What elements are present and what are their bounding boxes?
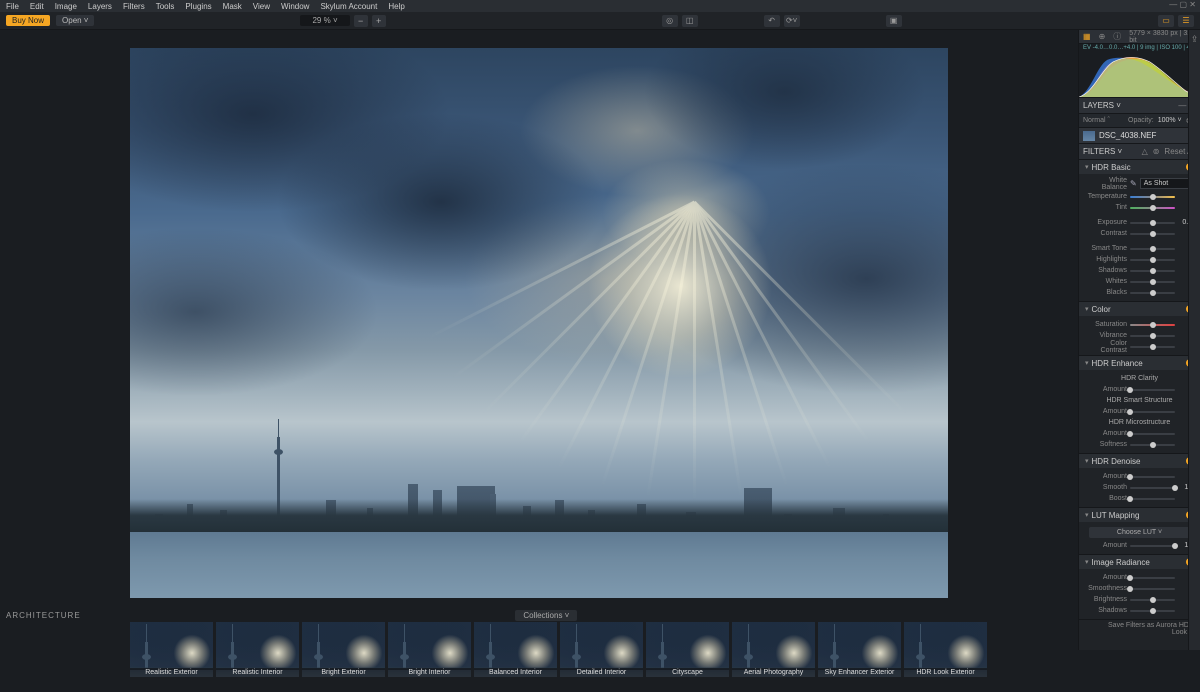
preset-strip: ARCHITECTURE Collections ˅ Realistic Ext… bbox=[0, 608, 1078, 677]
lut-header[interactable]: LUT Mapping bbox=[1079, 508, 1200, 522]
slider-boost[interactable]: Boost0 bbox=[1083, 493, 1196, 504]
layers-header[interactable]: LAYERS ˅ —+ bbox=[1079, 98, 1200, 114]
toolbar: Buy Now Open ˅ 29 % ˅ − + ◎ ◫ ↶ ⟳˅ ▣ ▭ ☰ bbox=[0, 12, 1200, 30]
image-dimensions: 5779 × 3830 px | 32-bit bbox=[1129, 30, 1196, 44]
export-icon[interactable]: ⇪ bbox=[1191, 34, 1199, 45]
menu-mask[interactable]: Mask bbox=[223, 2, 242, 11]
preview-icon[interactable]: ◎ bbox=[662, 15, 678, 27]
history-icon[interactable]: ⟳˅ bbox=[784, 15, 800, 27]
radiance-header[interactable]: Image Radiance bbox=[1079, 555, 1200, 569]
main-preview[interactable] bbox=[130, 48, 948, 598]
slider-exposure[interactable]: Exposure0.00 bbox=[1083, 217, 1196, 228]
zoom-out-button[interactable]: − bbox=[354, 15, 368, 27]
slider-softness[interactable]: Softness50 bbox=[1083, 439, 1196, 450]
presets-toggle-icon[interactable]: ▭ bbox=[1158, 15, 1174, 27]
slider-whites[interactable]: Whites0 bbox=[1083, 276, 1196, 287]
slider-amount[interactable]: Amount100 bbox=[1083, 540, 1196, 551]
color-header[interactable]: Color bbox=[1079, 302, 1200, 316]
menu-help[interactable]: Help bbox=[388, 2, 404, 11]
hdr-basic-header[interactable]: HDR Basic bbox=[1079, 160, 1200, 174]
slider-smart-tone[interactable]: Smart Tone0 bbox=[1083, 243, 1196, 254]
right-dock: ⇪ bbox=[1188, 30, 1200, 650]
layer-thumb bbox=[1083, 131, 1095, 141]
menubar: File Edit Image Layers Filters Tools Plugins Ma… bbox=[0, 0, 1200, 12]
slider-amount[interactable]: Amount0 bbox=[1083, 572, 1196, 583]
menu-edit[interactable]: Edit bbox=[30, 2, 44, 11]
menu-tools[interactable]: Tools bbox=[156, 2, 175, 11]
denoise-header[interactable]: HDR Denoise bbox=[1079, 454, 1200, 468]
slider-amount[interactable]: Amount0 bbox=[1083, 428, 1196, 439]
preset-sky-enhancer-exterior[interactable]: Sky Enhancer Exterior bbox=[818, 622, 901, 677]
slider-shadows[interactable]: Shadows0 bbox=[1083, 265, 1196, 276]
side-panel: ▦ ⊕ ⓘ 5779 × 3830 px | 32-bit EV -4.0…0.… bbox=[1078, 30, 1200, 650]
slider-color-contrast[interactable]: Color Contrast0 bbox=[1083, 341, 1196, 352]
preset-bright-exterior[interactable]: Bright Exterior bbox=[302, 622, 385, 677]
slider-smoothness[interactable]: Smoothness0 bbox=[1083, 583, 1196, 594]
filters-header[interactable]: FILTERS ˅ △ ⊚ Reset All bbox=[1079, 144, 1200, 160]
panel-toggle-icon[interactable]: ☰ bbox=[1178, 15, 1194, 27]
preset-detailed-interior[interactable]: Detailed Interior bbox=[560, 622, 643, 677]
collections-dropdown[interactable]: Collections ˅ bbox=[515, 610, 577, 621]
menu-plugins[interactable]: Plugins bbox=[185, 2, 211, 11]
menu-file[interactable]: File bbox=[6, 2, 19, 11]
preset-category: ARCHITECTURE bbox=[6, 611, 81, 620]
choose-lut-button[interactable]: Choose LUT ˅ bbox=[1089, 527, 1190, 538]
slider-contrast[interactable]: Contrast0 bbox=[1083, 228, 1196, 239]
menu-view[interactable]: View bbox=[253, 2, 270, 11]
preset-bright-interior[interactable]: Bright Interior bbox=[388, 622, 471, 677]
slider-shadows[interactable]: Shadows0 bbox=[1083, 605, 1196, 616]
opacity-value[interactable]: 100% ˅ bbox=[1158, 117, 1182, 124]
collapse-icon[interactable]: — bbox=[1178, 101, 1186, 110]
nav-icon[interactable]: ⊕ bbox=[1099, 32, 1106, 41]
filter-icon-2[interactable]: ⊚ bbox=[1153, 147, 1160, 156]
slider-tint[interactable]: Tint0 bbox=[1083, 202, 1196, 213]
filter-icon-1[interactable]: △ bbox=[1142, 147, 1148, 156]
enhance-header[interactable]: HDR Enhance bbox=[1079, 356, 1200, 370]
ev-info: EV -4.0…0.0…+4.0 | 9 img | ISO 100 | 42m… bbox=[1079, 44, 1200, 52]
save-look-link[interactable]: Save Filters as Aurora HDR Look… bbox=[1079, 620, 1200, 638]
buy-button[interactable]: Buy Now bbox=[6, 15, 50, 26]
crop-icon[interactable]: ▣ bbox=[886, 15, 902, 27]
slider-highlights[interactable]: Highlights0 bbox=[1083, 254, 1196, 265]
slider-temperature[interactable]: Temperature0 bbox=[1083, 191, 1196, 202]
slider-amount[interactable]: Amount0 bbox=[1083, 471, 1196, 482]
preset-balanced-interior[interactable]: Balanced Interior bbox=[474, 622, 557, 677]
open-button[interactable]: Open ˅ bbox=[56, 15, 94, 26]
window-controls[interactable]: — ▢ ✕ bbox=[1169, 0, 1196, 9]
eyedropper-icon[interactable]: ✎ bbox=[1130, 179, 1137, 188]
preset-hdr-look-exterior[interactable]: HDR Look Exterior bbox=[904, 622, 987, 677]
menu-filters[interactable]: Filters bbox=[123, 2, 145, 11]
menu-image[interactable]: Image bbox=[55, 2, 77, 11]
layer-name: DSC_4038.NEF bbox=[1099, 131, 1156, 140]
slider-saturation[interactable]: Saturation0 bbox=[1083, 319, 1196, 330]
slider-brightness[interactable]: Brightness0 bbox=[1083, 594, 1196, 605]
preset-cityscape[interactable]: Cityscape bbox=[646, 622, 729, 677]
menu-layers[interactable]: Layers bbox=[88, 2, 112, 11]
undo-icon[interactable]: ↶ bbox=[764, 15, 780, 27]
compare-icon[interactable]: ◫ bbox=[682, 15, 698, 27]
zoom-in-button[interactable]: + bbox=[372, 15, 386, 27]
slider-smooth[interactable]: Smooth100 bbox=[1083, 482, 1196, 493]
preset-realistic-exterior[interactable]: Realistic Exterior bbox=[130, 622, 213, 677]
slider-blacks[interactable]: Blacks0 bbox=[1083, 287, 1196, 298]
histogram[interactable] bbox=[1079, 52, 1200, 98]
preset-aerial-photography[interactable]: Aerial Photography bbox=[732, 622, 815, 677]
menu-window[interactable]: Window bbox=[281, 2, 309, 11]
zoom-level[interactable]: 29 % ˅ bbox=[300, 15, 349, 26]
slider-amount[interactable]: Amount0 bbox=[1083, 384, 1196, 395]
layer-item[interactable]: DSC_4038.NEF ✎ bbox=[1079, 128, 1200, 144]
slider-amount[interactable]: Amount0 bbox=[1083, 406, 1196, 417]
hist-mode-icon[interactable]: ▦ bbox=[1083, 32, 1091, 41]
blend-mode[interactable]: Normal ˆ bbox=[1083, 117, 1110, 124]
preset-realistic-interior[interactable]: Realistic Interior bbox=[216, 622, 299, 677]
menu-skylum-account[interactable]: Skylum Account bbox=[320, 2, 377, 11]
info-icon[interactable]: ⓘ bbox=[1113, 31, 1121, 42]
